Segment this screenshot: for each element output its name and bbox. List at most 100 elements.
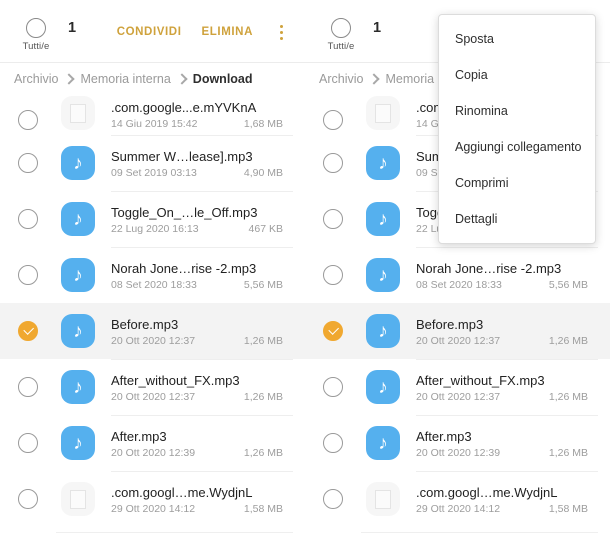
file-date: 20 Ott 2020 12:37: [111, 335, 196, 347]
checkbox-icon[interactable]: [18, 110, 38, 130]
file-date: 20 Ott 2020 12:37: [416, 335, 501, 347]
file-name: .com.google...e.mYVKnA: [111, 100, 257, 115]
table-row[interactable]: .com.googl…me.WydjnL 29 Ott 2020 14:12 1,5…: [305, 471, 610, 527]
checkbox-icon[interactable]: [323, 265, 343, 285]
audio-file-icon: ♪: [366, 202, 400, 236]
breadcrumb-item-download[interactable]: Download: [193, 72, 253, 86]
table-row[interactable]: ♪ Toggle_On_…le_Off.mp3 22 Lug 2020 16:13 4…: [0, 191, 305, 247]
file-submeta: 29 Ott 2020 14:12 1,58 MB: [416, 503, 598, 515]
menu-item-sposta[interactable]: Sposta: [439, 21, 595, 57]
checkbox-checked-icon[interactable]: [323, 321, 343, 341]
file-size: 1,26 MB: [243, 447, 283, 459]
delete-button[interactable]: ELIMINA: [202, 26, 253, 38]
checkbox-checked-icon[interactable]: [18, 321, 38, 341]
checkbox-icon[interactable]: [18, 377, 38, 397]
document-file-icon: [366, 96, 400, 130]
file-submeta: 20 Ott 2020 12:37 1,26 MB: [111, 335, 293, 347]
audio-file-icon: ♪: [61, 146, 95, 180]
checkbox-icon[interactable]: [323, 433, 343, 453]
table-row[interactable]: ♪ After.mp3 20 Ott 2020 12:39 1,26 MB: [0, 415, 305, 471]
file-name: Summer W…lease].mp3: [111, 149, 253, 164]
file-date: 14 Giu 2019 15:42: [111, 118, 198, 130]
select-all-label-right: Tutti/e: [327, 41, 355, 52]
file-submeta: 20 Ott 2020 12:37 1,26 MB: [111, 391, 293, 403]
checkbox-icon[interactable]: [18, 433, 38, 453]
breadcrumb-item-memoria-interna[interactable]: Memoria interna: [80, 72, 170, 86]
file-list-left: .com.google...e.mYVKnA 14 Giu 2019 15:42 1…: [0, 94, 305, 527]
checkbox-icon[interactable]: [18, 153, 38, 173]
context-menu[interactable]: Sposta Copia Rinomina Aggiungi collegamento…: [438, 14, 596, 244]
file-submeta: 08 Set 2020 18:33 5,56 MB: [416, 279, 598, 291]
file-date: 08 Set 2020 18:33: [111, 279, 197, 291]
menu-item-aggiungi-collegamento[interactable]: Aggiungi collegamento: [439, 129, 595, 165]
list-bottom-divider: [56, 532, 293, 533]
file-meta: .com.google...e.mYVKnA14 Giu 2019 15:421…: [111, 99, 293, 130]
file-date: 22 Lug 2020 16:13: [111, 223, 199, 235]
file-date: 29 Ott 2020 14:12: [111, 503, 196, 515]
file-size: 5,56 MB: [243, 279, 283, 291]
table-row[interactable]: .com.googl…me.WydjnL 29 Ott 2020 14:12 1,5…: [0, 471, 305, 527]
document-file-icon: [61, 482, 95, 516]
table-row[interactable]: ♪ Summer W…lease].mp3 09 Set 2019 03:13 4,9…: [0, 135, 305, 191]
file-date: 20 Ott 2020 12:37: [416, 391, 501, 403]
audio-file-icon: ♪: [61, 202, 95, 236]
audio-file-icon: ♪: [366, 146, 400, 180]
table-row[interactable]: ♪ After_without_FX.mp3 20 Ott 2020 12:37 1,…: [0, 359, 305, 415]
checkbox-icon[interactable]: [323, 209, 343, 229]
file-submeta: 20 Ott 2020 12:39 1,26 MB: [416, 447, 598, 459]
table-row[interactable]: ♪ Before.mp3 20 Ott 2020 12:37 1,26 MB: [305, 303, 610, 359]
file-meta: Before.mp3 20 Ott 2020 12:37 1,26 MB: [416, 303, 598, 359]
menu-item-comprimi[interactable]: Comprimi: [439, 165, 595, 201]
table-row[interactable]: ♪ After.mp3 20 Ott 2020 12:39 1,26 MB: [305, 415, 610, 471]
select-all-control[interactable]: Tutti/e: [12, 18, 60, 52]
file-name: .com.googl…me.WydjnL: [416, 485, 558, 500]
breadcrumb-item-archivio[interactable]: Archivio: [14, 72, 58, 86]
table-row[interactable]: ♪ Norah Jone…rise -2.mp3 08 Set 2020 18:33…: [0, 247, 305, 303]
file-name: After.mp3: [416, 429, 472, 444]
file-date: 08 Set 2020 18:33: [416, 279, 502, 291]
table-row[interactable]: ♪ Before.mp3 20 Ott 2020 12:37 1,26 MB: [0, 303, 305, 359]
file-date: 20 Ott 2020 12:39: [111, 447, 196, 459]
checkbox-icon[interactable]: [323, 153, 343, 173]
checkbox-icon[interactable]: [323, 377, 343, 397]
kebab-menu-icon[interactable]: [273, 21, 289, 43]
breadcrumb-chevron-icon: [176, 72, 188, 85]
selected-count: 1: [68, 20, 77, 36]
checkbox-icon[interactable]: [323, 110, 343, 130]
file-meta: Norah Jone…rise -2.mp3 08 Set 2020 18:33 5…: [111, 247, 293, 303]
checkbox-icon[interactable]: [18, 265, 38, 285]
checkbox-icon[interactable]: [18, 209, 38, 229]
breadcrumb-left: Archivio Memoria interna Download: [0, 62, 305, 94]
file-submeta: 09 Set 2019 03:13 4,90 MB: [111, 167, 293, 179]
selection-toolbar-left: Tutti/e 1 CONDIVIDI ELIMINA: [0, 0, 305, 62]
select-all-circle-icon[interactable]: [26, 18, 46, 38]
file-size: 1,58 MB: [548, 503, 588, 515]
file-size: 4,90 MB: [243, 167, 283, 179]
breadcrumb-item-archivio[interactable]: Archivio: [319, 72, 363, 86]
share-button[interactable]: CONDIVIDI: [117, 26, 182, 38]
table-row[interactable]: ♪ Norah Jone…rise -2.mp3 08 Set 2020 18:33…: [305, 247, 610, 303]
menu-item-copia[interactable]: Copia: [439, 57, 595, 93]
select-all-control-right[interactable]: Tutti/e: [317, 18, 365, 52]
file-meta: Summer W…lease].mp3 09 Set 2019 03:13 4,90…: [111, 135, 293, 191]
file-submeta: 20 Ott 2020 12:37 1,26 MB: [416, 335, 598, 347]
file-size: 1,26 MB: [548, 447, 588, 459]
menu-item-rinomina[interactable]: Rinomina: [439, 93, 595, 129]
file-size: 1,68 MB: [243, 118, 283, 130]
table-row[interactable]: .com.google...e.mYVKnA14 Giu 2019 15:421…: [0, 94, 305, 135]
list-bottom-divider-right: [361, 532, 598, 533]
table-row[interactable]: ♪ After_without_FX.mp3 20 Ott 2020 12:37 1,…: [305, 359, 610, 415]
document-file-icon: [61, 96, 95, 130]
audio-file-icon: ♪: [61, 314, 95, 348]
file-meta: After.mp3 20 Ott 2020 12:39 1,26 MB: [111, 415, 293, 471]
menu-item-dettagli[interactable]: Dettagli: [439, 201, 595, 237]
file-meta: After_without_FX.mp3 20 Ott 2020 12:37 1,2…: [416, 359, 598, 415]
breadcrumb-chevron-icon: [368, 72, 381, 85]
checkbox-icon[interactable]: [323, 489, 343, 509]
file-date: 20 Ott 2020 12:37: [111, 391, 196, 403]
select-all-circle-icon-right[interactable]: [331, 18, 351, 38]
toolbar-actions: CONDIVIDI ELIMINA: [117, 18, 293, 43]
checkbox-icon[interactable]: [18, 489, 38, 509]
file-name: Before.mp3: [416, 317, 484, 332]
file-submeta: 14 Giu 2019 15:42 1,68 MB: [111, 118, 293, 130]
